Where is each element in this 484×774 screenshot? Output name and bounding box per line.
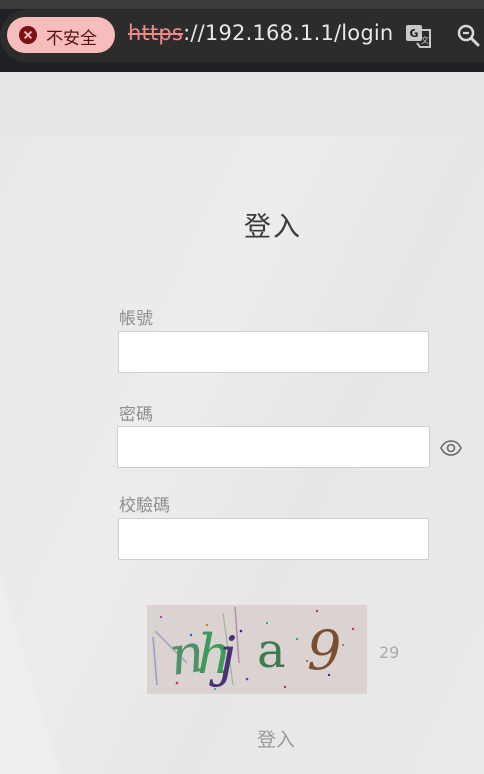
show-password-button[interactable]	[440, 437, 462, 459]
zoom-icon	[457, 24, 480, 47]
url-scheme: https	[128, 21, 184, 45]
security-label: 不安全	[46, 29, 97, 49]
security-indicator[interactable]: 不安全	[7, 17, 115, 53]
eye-icon	[440, 440, 462, 456]
captcha-label: 校驗碼	[119, 496, 170, 516]
password-label: 密碼	[119, 405, 153, 425]
captcha-countdown: 29	[379, 643, 400, 662]
not-secure-icon	[19, 26, 37, 44]
browser-toolbar: 不安全 https://192.168.1.1/login G 文	[0, 0, 484, 72]
url-path: ://192.168.1.1/login	[183, 21, 394, 45]
page-header	[0, 72, 484, 136]
captcha-input[interactable]	[118, 518, 429, 560]
username-label: 帳號	[119, 309, 153, 329]
url-text[interactable]: https://192.168.1.1/login	[128, 21, 393, 45]
svg-text:文: 文	[421, 35, 429, 45]
svg-text:9: 9	[307, 619, 341, 682]
captcha-graphic: n h j a 9 nhja9	[147, 605, 355, 691]
translate-icon: G 文	[406, 25, 431, 48]
password-input[interactable]	[117, 426, 430, 468]
zoom-button[interactable]	[455, 22, 483, 50]
captcha-text: nhja9	[147, 605, 150, 606]
username-input[interactable]	[118, 331, 429, 373]
page-title: 登入	[244, 212, 302, 243]
svg-text:G: G	[409, 27, 418, 40]
svg-text:a: a	[257, 623, 286, 679]
translate-button[interactable]: G 文	[404, 22, 434, 50]
captcha-image[interactable]: n h j a 9 nhja9	[147, 605, 367, 694]
login-button[interactable]: 登入	[252, 724, 300, 752]
